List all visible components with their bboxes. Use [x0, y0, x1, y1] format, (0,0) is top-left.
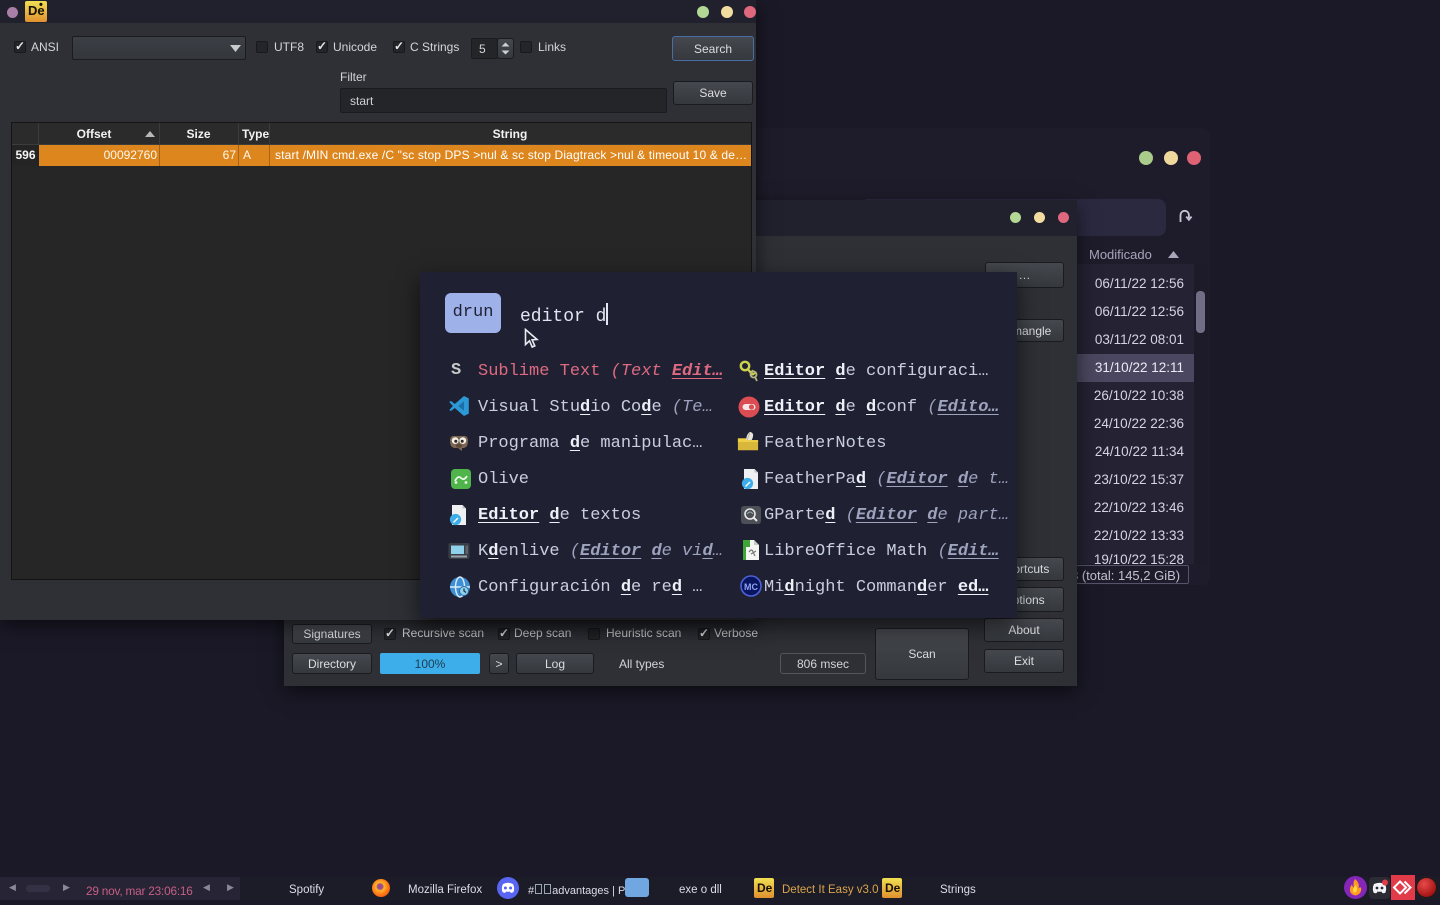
svg-text:MC: MC [744, 582, 758, 592]
